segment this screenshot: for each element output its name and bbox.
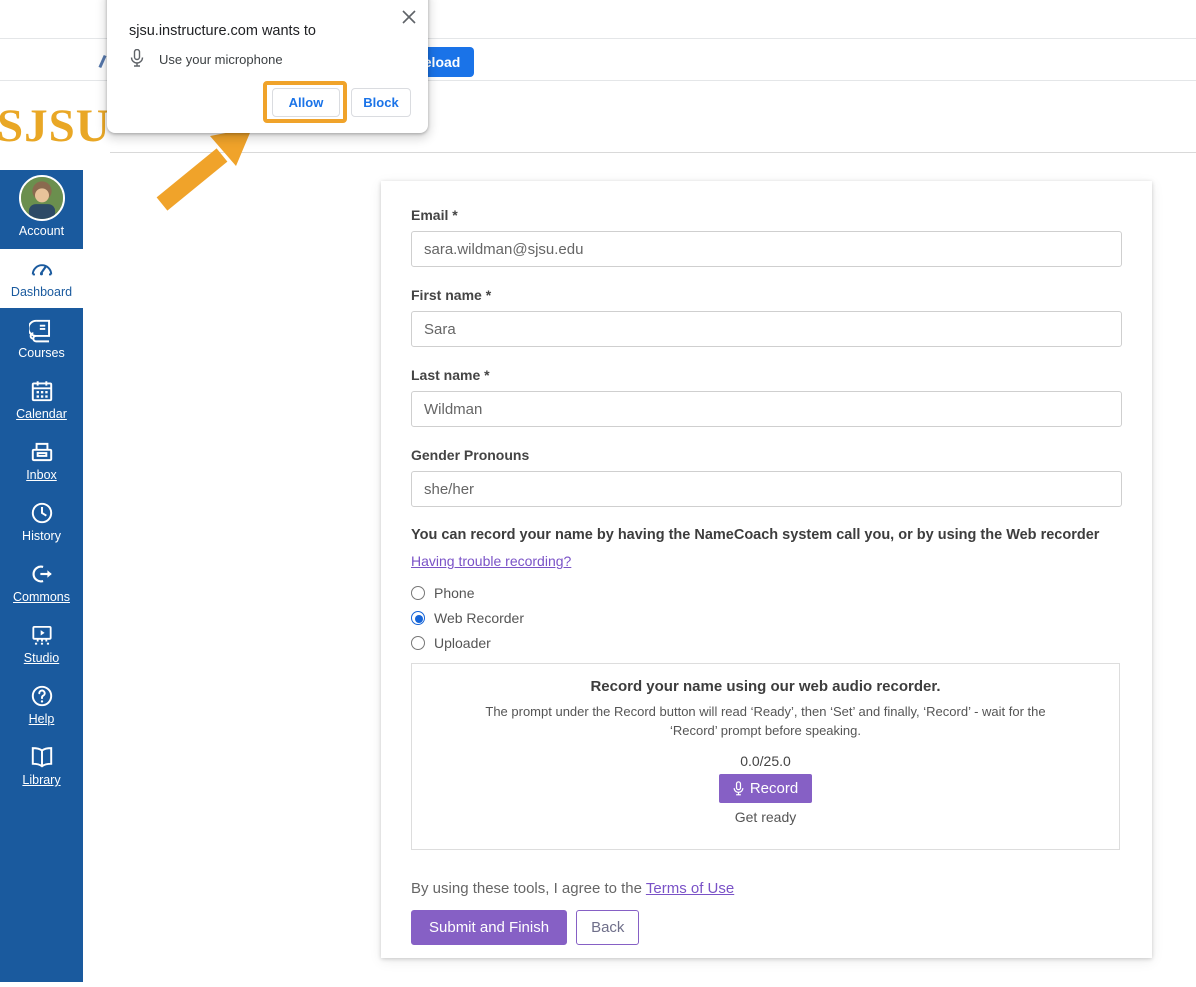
sidebar-item-studio[interactable]: Studio: [0, 615, 83, 674]
sidebar-item-library[interactable]: Library: [0, 737, 83, 796]
sidebar-item-label: Studio: [24, 651, 59, 666]
terms-of-use-link[interactable]: Terms of Use: [646, 880, 734, 897]
sidebar-item-courses[interactable]: Courses: [0, 310, 83, 369]
close-icon[interactable]: [401, 9, 417, 25]
namecoach-form-card: Email * First name * Last name * Gender …: [381, 181, 1152, 958]
history-clock-icon: [29, 500, 55, 526]
sidebar-item-history[interactable]: History: [0, 493, 83, 552]
record-intro-text: You can record your name by having the N…: [411, 527, 1122, 543]
recorder-instructions: The prompt under the Record button will …: [476, 703, 1056, 741]
agreement-prefix: By using these tools, I agree to the: [411, 880, 646, 897]
back-button[interactable]: Back: [576, 910, 639, 945]
sidebar-item-label: History: [22, 529, 61, 544]
sidebar-item-label: Courses: [18, 346, 65, 361]
sidebar-item-label: Help: [29, 712, 55, 727]
recording-method-options: Phone Web Recorder Uploader: [411, 585, 1122, 651]
sidebar-item-dashboard[interactable]: Dashboard: [0, 249, 83, 308]
agreement-text: By using these tools, I agree to the Ter…: [411, 880, 1122, 897]
commons-share-icon: [29, 561, 55, 587]
dashboard-icon: [29, 256, 55, 282]
radio-label: Uploader: [434, 635, 491, 651]
help-icon: [29, 683, 55, 709]
avatar: [19, 175, 65, 221]
submit-and-finish-button[interactable]: Submit and Finish: [411, 910, 567, 945]
studio-icon: [29, 622, 55, 648]
calendar-icon: [29, 378, 55, 404]
allow-button[interactable]: Allow: [272, 88, 340, 117]
sidebar-item-label: Library: [22, 773, 60, 788]
radio-circle-icon: [411, 636, 425, 650]
library-book-icon: [29, 744, 55, 770]
global-nav-sidebar: Account Dashboard Courses: [0, 170, 83, 982]
radio-web-recorder[interactable]: Web Recorder: [411, 610, 1122, 626]
sidebar-item-calendar[interactable]: Calendar: [0, 371, 83, 430]
sidebar-item-label: Inbox: [26, 468, 57, 483]
microphone-icon: [733, 781, 744, 796]
record-button[interactable]: Record: [719, 774, 812, 803]
radio-circle-icon: [411, 611, 425, 625]
email-field[interactable]: [411, 231, 1122, 267]
permission-request-text: Use your microphone: [159, 52, 283, 67]
sidebar-item-label: Commons: [13, 590, 70, 605]
sidebar-item-inbox[interactable]: Inbox: [0, 432, 83, 491]
last-name-label: Last name *: [411, 367, 1122, 383]
first-name-field[interactable]: [411, 311, 1122, 347]
radio-phone[interactable]: Phone: [411, 585, 1122, 601]
block-button[interactable]: Block: [351, 88, 411, 117]
sidebar-item-account[interactable]: Account: [0, 170, 83, 247]
email-label: Email *: [411, 207, 1122, 223]
screen: Reload SJSU sjsu.instructure.com wants t…: [0, 0, 1196, 987]
radio-label: Web Recorder: [434, 610, 524, 626]
mic-permission-dialog: sjsu.instructure.com wants to Use your m…: [107, 0, 428, 133]
last-name-field[interactable]: [411, 391, 1122, 427]
permission-title: sjsu.instructure.com wants to: [129, 23, 316, 39]
content-header-divider: [110, 152, 1196, 153]
form-actions: Submit and Finish Back: [411, 910, 1122, 945]
sidebar-item-commons[interactable]: Commons: [0, 554, 83, 613]
radio-uploader[interactable]: Uploader: [411, 635, 1122, 651]
pointer-arrow: [148, 118, 268, 218]
gender-pronouns-field[interactable]: [411, 471, 1122, 507]
web-recorder-panel: Record your name using our web audio rec…: [411, 663, 1120, 850]
radio-circle-icon: [411, 586, 425, 600]
first-name-label: First name *: [411, 287, 1122, 303]
inbox-icon: [29, 439, 55, 465]
recorder-status: Get ready: [432, 809, 1099, 825]
recorder-title: Record your name using our web audio rec…: [432, 678, 1099, 695]
trouble-recording-link[interactable]: Having trouble recording?: [411, 553, 571, 569]
sidebar-item-label: Calendar: [16, 407, 67, 422]
sidebar-item-label: Dashboard: [11, 285, 72, 300]
recorder-timer: 0.0/25.0: [432, 753, 1099, 769]
sjsu-logo: SJSU: [0, 99, 111, 153]
occluded-fragment: [98, 55, 106, 68]
microphone-icon: [130, 49, 144, 67]
courses-book-icon: [29, 317, 55, 343]
gender-pronouns-label: Gender Pronouns: [411, 447, 1122, 463]
sidebar-item-label: Account: [19, 224, 64, 239]
sidebar-item-help[interactable]: Help: [0, 676, 83, 735]
radio-label: Phone: [434, 585, 474, 601]
record-button-label: Record: [750, 780, 798, 797]
